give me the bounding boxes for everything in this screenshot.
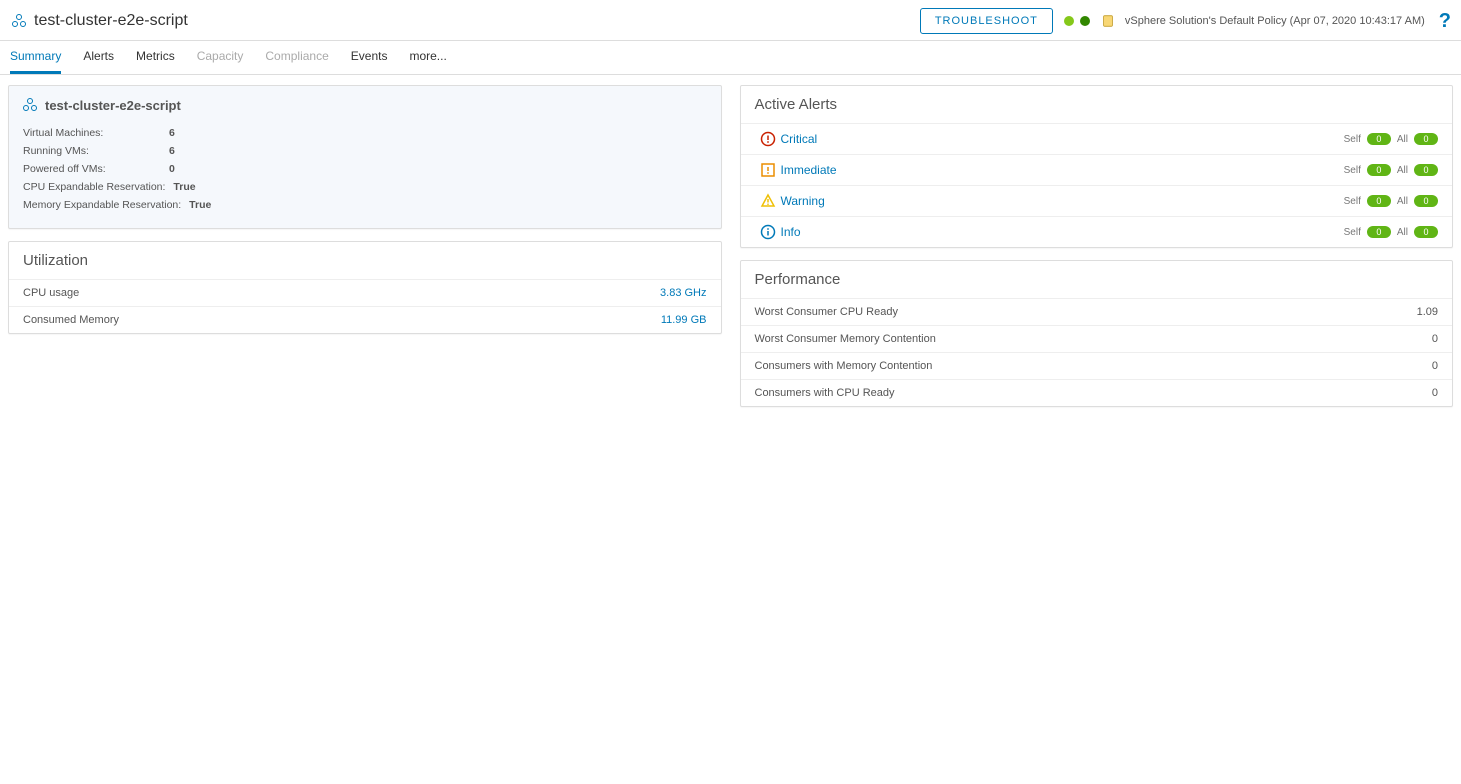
- utilization-panel: Utilization CPU usage 3.83 GHz Consumed M…: [8, 241, 722, 334]
- self-label: Self: [1344, 134, 1361, 145]
- stat-row: Running VMs: 6: [23, 142, 707, 160]
- perf-value: 0: [1432, 333, 1438, 345]
- alert-label[interactable]: Warning: [781, 194, 1344, 208]
- performance-row: Worst Consumer Memory Contention 0: [741, 326, 1453, 353]
- stat-label: Powered off VMs:: [23, 163, 161, 175]
- right-column: Active Alerts Critical Self 0 All 0 Imme…: [740, 85, 1454, 407]
- page-header: test-cluster-e2e-script TROUBLESHOOT vSp…: [0, 0, 1461, 41]
- help-icon[interactable]: ?: [1439, 10, 1451, 33]
- utilization-row: CPU usage 3.83 GHz: [9, 280, 721, 307]
- stat-row: Powered off VMs: 0: [23, 160, 707, 178]
- utilization-row: Consumed Memory 11.99 GB: [9, 307, 721, 333]
- cluster-icon: [21, 96, 39, 114]
- stat-label: Virtual Machines:: [23, 127, 161, 139]
- content-area: test-cluster-e2e-script Virtual Machines…: [0, 75, 1461, 417]
- stat-value: 6: [169, 127, 175, 139]
- alert-row-immediate: Immediate Self 0 All 0: [741, 155, 1453, 186]
- info-panel: test-cluster-e2e-script Virtual Machines…: [8, 85, 722, 229]
- alert-label[interactable]: Immediate: [781, 163, 1344, 177]
- performance-panel: Performance Worst Consumer CPU Ready 1.09…: [740, 260, 1454, 407]
- warning-icon: [755, 193, 781, 209]
- perf-label: Consumers with CPU Ready: [755, 387, 895, 399]
- stat-row: CPU Expandable Reservation: True: [23, 178, 707, 196]
- tab-capacity: Capacity: [197, 49, 244, 74]
- stat-value: True: [173, 181, 195, 193]
- left-column: test-cluster-e2e-script Virtual Machines…: [8, 85, 722, 334]
- alert-counts: Self 0 All 0: [1344, 195, 1438, 207]
- stat-label: CPU Expandable Reservation:: [23, 181, 165, 193]
- active-alerts-panel: Active Alerts Critical Self 0 All 0 Imme…: [740, 85, 1454, 248]
- alert-counts: Self 0 All 0: [1344, 133, 1438, 145]
- stat-value: 6: [169, 145, 175, 157]
- all-label: All: [1397, 227, 1408, 238]
- immediate-icon: [755, 162, 781, 178]
- self-count-pill[interactable]: 0: [1367, 195, 1391, 207]
- status-indicator-icon: [1063, 15, 1075, 27]
- perf-label: Worst Consumer Memory Contention: [755, 333, 936, 345]
- perf-label: Consumers with Memory Contention: [755, 360, 933, 372]
- tab-more[interactable]: more...: [409, 49, 446, 74]
- troubleshoot-button[interactable]: TROUBLESHOOT: [920, 8, 1053, 34]
- info-stats: Virtual Machines: 6 Running VMs: 6 Powered…: [9, 120, 721, 228]
- alert-counts: Self 0 All 0: [1344, 226, 1438, 238]
- stat-value: True: [189, 199, 211, 211]
- performance-row: Worst Consumer CPU Ready 1.09: [741, 299, 1453, 326]
- alert-row-warning: Warning Self 0 All 0: [741, 186, 1453, 217]
- tab-compliance: Compliance: [265, 49, 328, 74]
- performance-row: Consumers with Memory Contention 0: [741, 353, 1453, 380]
- perf-value: 0: [1432, 360, 1438, 372]
- all-count-pill[interactable]: 0: [1414, 226, 1438, 238]
- critical-icon: [755, 131, 781, 147]
- utilization-title: Utilization: [9, 242, 721, 280]
- stat-label: Running VMs:: [23, 145, 161, 157]
- perf-label: Worst Consumer CPU Ready: [755, 306, 898, 318]
- perf-value: 0: [1432, 387, 1438, 399]
- all-count-pill[interactable]: 0: [1414, 164, 1438, 176]
- page-title: test-cluster-e2e-script: [34, 12, 188, 30]
- performance-row: Consumers with CPU Ready 0: [741, 380, 1453, 406]
- info-icon: [755, 224, 781, 240]
- title-row: test-cluster-e2e-script: [10, 12, 920, 30]
- all-label: All: [1397, 196, 1408, 207]
- alert-label[interactable]: Critical: [781, 132, 1344, 146]
- policy-text: vSphere Solution's Default Policy (Apr 0…: [1125, 15, 1425, 27]
- info-panel-title: test-cluster-e2e-script: [45, 98, 181, 113]
- self-label: Self: [1344, 165, 1361, 176]
- alert-row-critical: Critical Self 0 All 0: [741, 124, 1453, 155]
- stat-label: Memory Expandable Reservation:: [23, 199, 181, 211]
- self-count-pill[interactable]: 0: [1367, 133, 1391, 145]
- performance-title: Performance: [741, 261, 1453, 299]
- all-label: All: [1397, 165, 1408, 176]
- util-value[interactable]: 3.83 GHz: [660, 287, 706, 299]
- self-count-pill[interactable]: 0: [1367, 164, 1391, 176]
- tab-alerts[interactable]: Alerts: [83, 49, 114, 74]
- stat-row: Memory Expandable Reservation: True: [23, 196, 707, 214]
- cluster-icon: [10, 12, 28, 30]
- all-count-pill[interactable]: 0: [1414, 195, 1438, 207]
- util-label: Consumed Memory: [23, 314, 119, 326]
- tab-bar: Summary Alerts Metrics Capacity Complian…: [0, 41, 1461, 75]
- alert-counts: Self 0 All 0: [1344, 164, 1438, 176]
- all-label: All: [1397, 134, 1408, 145]
- tab-metrics[interactable]: Metrics: [136, 49, 175, 74]
- info-panel-header: test-cluster-e2e-script: [9, 86, 721, 120]
- stat-row: Virtual Machines: 6: [23, 124, 707, 142]
- all-count-pill[interactable]: 0: [1414, 133, 1438, 145]
- tab-events[interactable]: Events: [351, 49, 388, 74]
- tab-summary[interactable]: Summary: [10, 49, 61, 74]
- policy-icon: [1101, 14, 1115, 28]
- alert-row-info: Info Self 0 All 0: [741, 217, 1453, 247]
- util-label: CPU usage: [23, 287, 79, 299]
- perf-value: 1.09: [1417, 306, 1438, 318]
- self-count-pill[interactable]: 0: [1367, 226, 1391, 238]
- stat-value: 0: [169, 163, 175, 175]
- self-label: Self: [1344, 196, 1361, 207]
- alert-label[interactable]: Info: [781, 225, 1344, 239]
- status-indicator-icon: [1079, 15, 1091, 27]
- status-indicators: [1063, 15, 1091, 27]
- active-alerts-title: Active Alerts: [741, 86, 1453, 124]
- header-actions: TROUBLESHOOT vSphere Solution's Default …: [920, 8, 1451, 34]
- self-label: Self: [1344, 227, 1361, 238]
- util-value[interactable]: 11.99 GB: [661, 314, 707, 326]
